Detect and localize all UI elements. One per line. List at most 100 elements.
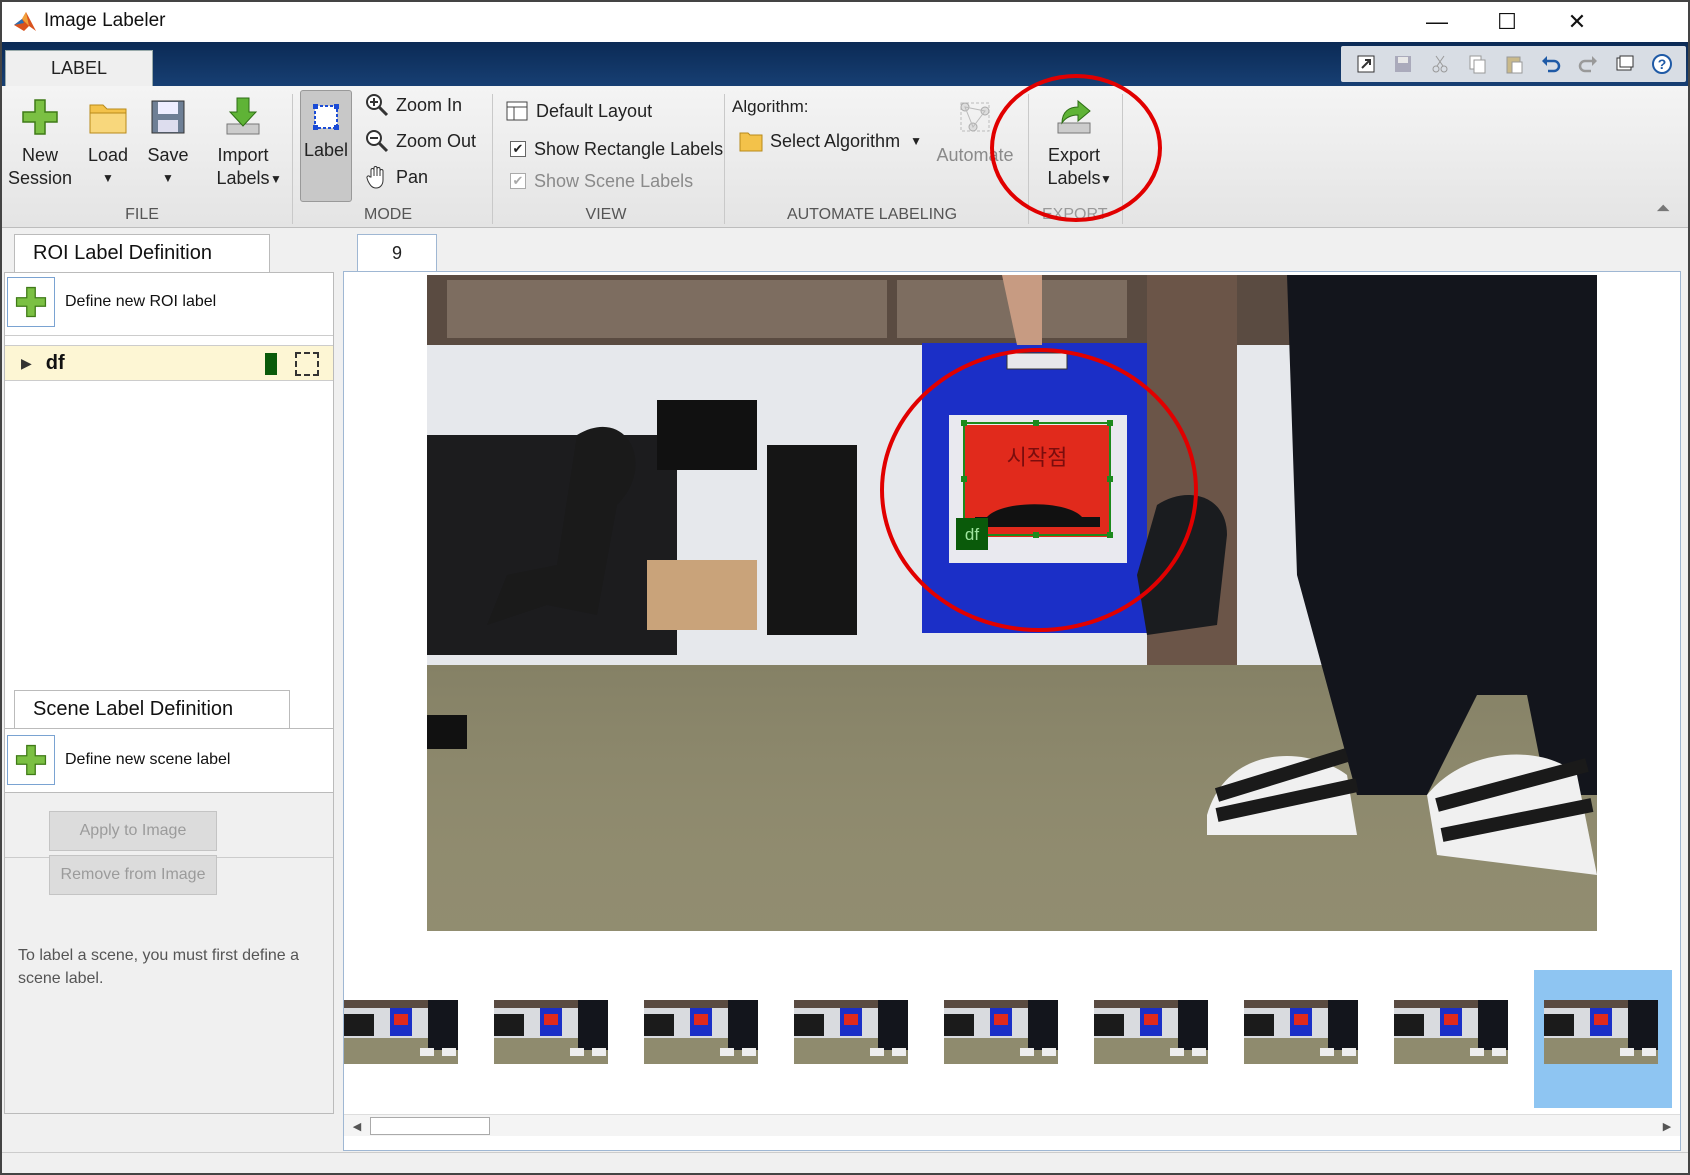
algorithm-label: Algorithm: (732, 97, 809, 116)
plus-icon (7, 277, 55, 327)
svg-text:?: ? (1657, 56, 1666, 72)
zoom-out-label: Zoom Out (396, 130, 477, 151)
thumbnail-8[interactable] (1394, 1000, 1508, 1064)
show-rectangle-labels-checkbox[interactable]: ✔ Show Rectangle Labels (510, 134, 723, 164)
minimize-icon: — (1426, 9, 1448, 34)
pan-button[interactable]: Pan (364, 162, 428, 192)
default-layout-button[interactable]: Default Layout (504, 96, 652, 126)
import-labels-label-2: Labels (216, 168, 270, 188)
thumbnail-6[interactable] (1094, 1000, 1208, 1064)
maximize-button[interactable]: ☐ (1472, 2, 1542, 42)
show-rectangle-labels-label: Show Rectangle Labels (534, 138, 724, 159)
scroll-thumb[interactable] (370, 1117, 490, 1135)
show-scene-labels-label: Show Scene Labels (534, 170, 694, 191)
import-arrow-icon (221, 92, 265, 142)
ribbon-tab-strip: LABEL ? (2, 42, 1688, 86)
zoom-out-icon (364, 128, 390, 154)
horizontal-scrollbar[interactable]: ◀ ▶ (344, 1114, 1680, 1136)
pan-label: Pan (396, 166, 429, 187)
default-layout-label: Default Layout (536, 100, 653, 121)
zoom-in-button[interactable]: Zoom In (364, 90, 462, 120)
thumbnail-2[interactable] (494, 1000, 608, 1064)
floppy-icon (146, 92, 190, 142)
image-tab[interactable]: 9 (357, 234, 437, 272)
file-group-label: FILE (125, 206, 159, 223)
title-bar: Image Labeler — ☐ ✕ (2, 2, 1688, 42)
label-mode-button[interactable]: Label (300, 90, 352, 202)
save-button[interactable]: Save ▼ (140, 92, 196, 190)
hand-icon (364, 164, 390, 190)
mode-group-label: MODE (364, 206, 412, 223)
zoom-in-label: Zoom In (396, 94, 463, 115)
scroll-right-icon[interactable]: ▶ (1658, 1117, 1676, 1135)
load-dropdown-icon[interactable]: ▼ (102, 167, 114, 190)
save-label: Save (147, 145, 189, 165)
roi-label-name: df (45, 351, 65, 374)
thumbnail-strip (344, 962, 1680, 1108)
undo-icon[interactable] (1538, 51, 1564, 77)
remove-from-image-button[interactable]: Remove from Image (49, 855, 217, 895)
ribbon-toolbar: New Session Load ▼ Save ▼ Import Labels … (2, 86, 1688, 228)
label-mode-label: Label (303, 140, 349, 160)
maximize-icon: ☐ (1497, 9, 1517, 34)
thumbnail-5[interactable] (944, 1000, 1058, 1064)
apply-to-image-button[interactable]: Apply to Image (49, 811, 217, 851)
automate-group-label: AUTOMATE LABELING (786, 206, 958, 223)
thumbnail-1[interactable] (344, 1000, 458, 1064)
folder-icon (86, 92, 130, 142)
cut-icon[interactable] (1427, 51, 1453, 77)
window-layout-icon[interactable] (1612, 51, 1638, 77)
thumbnail-4[interactable] (794, 1000, 908, 1064)
import-labels-label-1: Import (217, 145, 269, 165)
checkbox-checked-icon: ✔ (510, 141, 526, 157)
help-icon[interactable]: ? (1649, 51, 1675, 77)
define-scene-label-button[interactable]: Define new scene label (7, 735, 230, 785)
checkbox-checked-icon: ✔ (510, 173, 526, 189)
select-algorithm-dropdown[interactable]: Select Algorithm ▼ (738, 126, 922, 156)
expand-arrow-icon[interactable]: ▶ (21, 355, 32, 372)
import-dropdown-icon[interactable]: ▼ (270, 172, 282, 186)
undock-icon[interactable] (1353, 51, 1379, 77)
plus-icon (7, 735, 55, 785)
new-session-label-2: Session (7, 168, 73, 188)
redo-icon[interactable] (1575, 51, 1601, 77)
chevron-down-icon: ▼ (910, 134, 922, 148)
separator (724, 94, 725, 224)
window-title: Image Labeler (44, 10, 166, 31)
tab-label[interactable]: LABEL (5, 50, 153, 86)
load-label: Load (87, 145, 129, 165)
scene-panel-title: Scene Label Definition (14, 690, 290, 728)
divider (5, 335, 333, 336)
separator (492, 94, 493, 224)
quick-access-toolbar: ? (1341, 46, 1686, 82)
define-scene-label-text: Define new scene label (65, 751, 231, 768)
roi-panel-title: ROI Label Definition (14, 234, 270, 272)
copy-icon[interactable] (1464, 51, 1490, 77)
define-roi-label-text: Define new ROI label (65, 293, 217, 310)
label-color-swatch (265, 353, 277, 375)
save-icon[interactable] (1390, 51, 1416, 77)
define-roi-label-button[interactable]: Define new ROI label (7, 277, 216, 327)
thumbnail-7[interactable] (1244, 1000, 1358, 1064)
new-session-button[interactable]: New Session (6, 92, 74, 190)
image-labeler-window: Image Labeler — ☐ ✕ LABEL ? New Session (0, 0, 1690, 1175)
annotation-circle-roi (880, 348, 1198, 632)
load-button[interactable]: Load ▼ (80, 92, 136, 190)
show-scene-labels-checkbox[interactable]: ✔ Show Scene Labels (510, 166, 693, 196)
save-dropdown-icon[interactable]: ▼ (162, 167, 174, 190)
thumbnail-9[interactable] (1544, 1000, 1658, 1064)
rectangle-roi-icon (295, 352, 319, 376)
minimize-button[interactable]: — (1402, 2, 1472, 42)
plus-icon (18, 92, 62, 142)
scene-help-text: To label a scene, you must first define … (18, 947, 300, 987)
zoom-out-button[interactable]: Zoom Out (364, 126, 476, 156)
thumbnail-3[interactable] (644, 1000, 758, 1064)
matlab-logo-icon (14, 12, 36, 31)
paste-icon[interactable] (1501, 51, 1527, 77)
collapse-ribbon-icon[interactable]: ⏶ (1656, 198, 1670, 219)
close-button[interactable]: ✕ (1542, 2, 1612, 42)
roi-label-item-df[interactable]: ▶ df (5, 345, 333, 381)
view-group-label: VIEW (585, 206, 627, 223)
close-icon: ✕ (1567, 9, 1587, 34)
scroll-left-icon[interactable]: ◀ (348, 1117, 366, 1135)
